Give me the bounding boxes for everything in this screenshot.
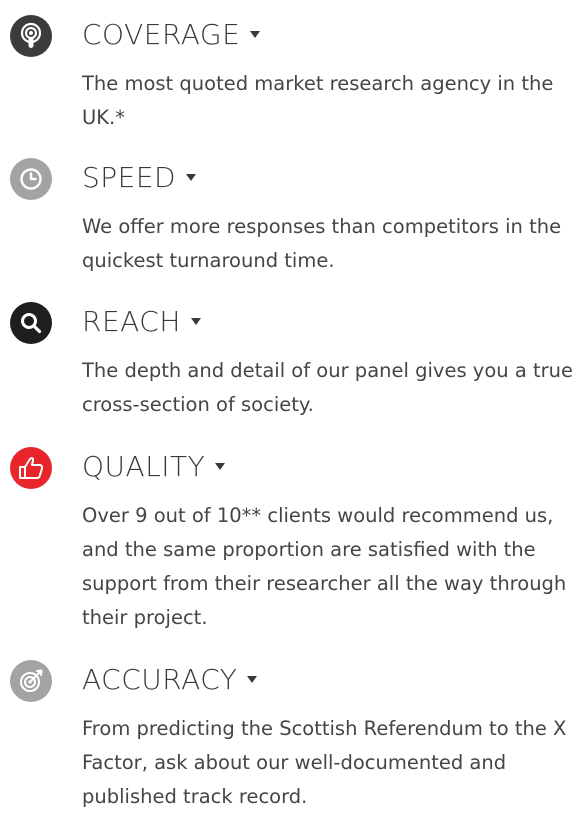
thumbs-up-icon: [10, 447, 52, 489]
quality-heading: QUALITY: [82, 450, 206, 483]
caret-down-icon: [215, 463, 226, 470]
quality-toggle[interactable]: QUALITY: [82, 450, 226, 483]
caret-down-icon: [250, 31, 261, 38]
coverage-toggle[interactable]: COVERAGE: [82, 18, 261, 51]
speed-heading: SPEED: [82, 161, 177, 194]
accuracy-description: From predicting the Scottish Referendum …: [82, 717, 567, 808]
reach-heading: REACH: [82, 305, 181, 338]
podcast-icon: [10, 15, 52, 57]
search-icon: [10, 302, 52, 344]
reach-toggle[interactable]: REACH: [82, 305, 201, 338]
speed-toggle[interactable]: SPEED: [82, 161, 197, 194]
quality-description: Over 9 out of 10** clients would recomme…: [82, 504, 567, 629]
speed-description: We offer more responses than competitors…: [82, 215, 562, 272]
coverage-description: The most quoted market research agency i…: [82, 72, 554, 129]
caret-down-icon: [190, 318, 201, 325]
accuracy-heading: ACCURACY: [82, 663, 238, 696]
clock-icon: [10, 158, 52, 200]
target-icon: [10, 660, 52, 702]
coverage-heading: COVERAGE: [82, 18, 241, 51]
caret-down-icon: [247, 676, 258, 683]
accuracy-toggle[interactable]: ACCURACY: [82, 663, 258, 696]
reach-description: The depth and detail of our panel gives …: [82, 359, 573, 416]
caret-down-icon: [186, 174, 197, 181]
